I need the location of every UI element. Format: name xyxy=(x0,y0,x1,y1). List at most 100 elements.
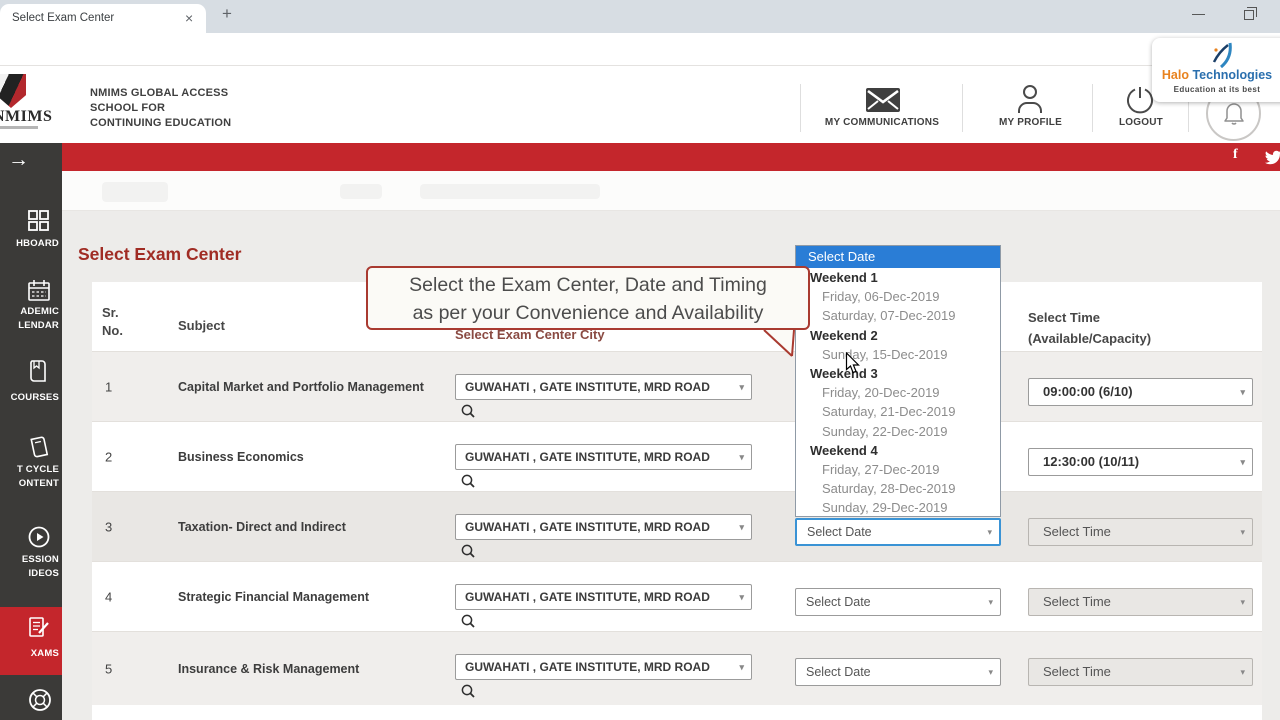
watermark-tagline: Education at its best xyxy=(1173,85,1261,94)
chevron-down-icon: ▾ xyxy=(988,667,993,677)
dropdown-option[interactable]: Sunday, 15-Dec-2019 xyxy=(796,345,1000,364)
ghost-blob xyxy=(102,182,168,202)
sr-no: 3 xyxy=(105,519,113,534)
chevron-down-icon: ▾ xyxy=(739,382,744,392)
tooltip-callout: Select the Exam Center, Date and Timing … xyxy=(366,266,810,330)
search-icon[interactable] xyxy=(461,684,475,703)
dropdown-option[interactable]: Friday, 20-Dec-2019 xyxy=(796,383,1000,402)
date-select[interactable]: Select Date ▾ xyxy=(795,658,1001,686)
table-row: 2 Business Economics GUWAHATI , GATE INS… xyxy=(92,421,1262,491)
sidebar-item-exams-active[interactable]: XAMS xyxy=(0,607,62,675)
subject: Business Economics xyxy=(178,449,304,464)
sidebar-expand-icon[interactable]: → xyxy=(8,148,29,172)
dropdown-option[interactable]: Sunday, 22-Dec-2019 xyxy=(796,422,1000,441)
chevron-down-icon: ▾ xyxy=(739,522,744,532)
org-line-1: NMIMS GLOBAL ACCESS xyxy=(90,87,229,99)
time-select[interactable]: 09:00:00 (6/10) ▾ xyxy=(1028,378,1253,406)
browser-tab-strip: Select Exam Center × + — xyxy=(0,0,1280,33)
table-row: 5 Insurance & Risk Management GUWAHATI ,… xyxy=(92,631,1262,705)
chevron-down-icon: ▾ xyxy=(1240,527,1245,537)
help-lifebuoy-icon[interactable] xyxy=(28,688,52,717)
date-dropdown-panel: Select Date Weekend 1 Friday, 06-Dec-201… xyxy=(795,245,1001,517)
exam-center-select[interactable]: GUWAHATI , GATE INSTITUTE, MRD ROAD ▾ xyxy=(455,654,752,680)
nmims-logo-subline xyxy=(0,126,38,129)
sidebar: → HBOARD ADEMIC LENDAR COURSES T CYCLE O… xyxy=(0,143,62,720)
tab-title: Select Exam Center xyxy=(12,12,115,24)
window-restore-button[interactable] xyxy=(1244,6,1257,20)
chevron-down-icon: ▾ xyxy=(1240,667,1245,677)
communications-envelope-icon[interactable] xyxy=(866,88,900,117)
play-circle-icon xyxy=(28,526,50,553)
exam-center-select[interactable]: GUWAHATI , GATE INSTITUTE, MRD ROAD ▾ xyxy=(455,514,752,540)
table-row: 4 Strategic Financial Management GUWAHAT… xyxy=(92,561,1262,631)
dropdown-group: Weekend 3 xyxy=(810,366,878,382)
sr-no: 1 xyxy=(105,379,113,394)
subject: Capital Market and Portfolio Management xyxy=(178,379,424,394)
exam-center-select[interactable]: GUWAHATI , GATE INSTITUTE, MRD ROAD ▾ xyxy=(455,444,752,470)
tab-close-icon[interactable]: × xyxy=(185,10,193,26)
sr-no: 4 xyxy=(105,589,113,604)
window-minimize-button[interactable]: — xyxy=(1192,6,1205,21)
dropdown-group: Weekend 1 xyxy=(810,270,878,285)
dropdown-option[interactable]: Sunday, 29-Dec-2019 xyxy=(796,498,1000,517)
journal-icon xyxy=(28,436,50,463)
twitter-icon[interactable] xyxy=(1264,150,1280,170)
time-select[interactable]: 12:30:00 (10/11) ▾ xyxy=(1028,448,1253,476)
dropdown-option[interactable]: Friday, 06-Dec-2019 xyxy=(796,287,1000,306)
chevron-down-icon: ▾ xyxy=(1240,597,1245,607)
book-icon xyxy=(28,360,48,387)
ghost-blob xyxy=(420,184,600,199)
time-select[interactable]: Select Time ▾ xyxy=(1028,588,1253,616)
logout-power-icon[interactable] xyxy=(1125,85,1155,120)
dropdown-option[interactable]: Saturday, 28-Dec-2019 xyxy=(796,479,1000,498)
tooltip-tail xyxy=(762,328,798,365)
sr-no: 2 xyxy=(105,449,113,464)
profile-person-icon[interactable] xyxy=(1017,84,1043,119)
halo-technologies-watermark: Halo Technologies Education at its best xyxy=(1152,38,1280,102)
page-title: Select Exam Center xyxy=(78,244,242,264)
nav-my-profile[interactable]: MY PROFILE xyxy=(968,117,1093,128)
column-header-select-time-2: (Available/Capacity) xyxy=(1028,331,1152,346)
table-row: 1 Capital Market and Portfolio Managemen… xyxy=(92,351,1262,421)
exam-center-select[interactable]: GUWAHATI , GATE INSTITUTE, MRD ROAD ▾ xyxy=(455,584,752,610)
calendar-icon xyxy=(28,280,50,306)
column-header-select-time-1: Select Time xyxy=(1028,310,1101,325)
chevron-down-icon: ▾ xyxy=(988,597,993,607)
tooltip-line-2: as per your Convenience and Availability xyxy=(412,302,764,324)
dropdown-option[interactable]: Friday, 27-Dec-2019 xyxy=(796,460,1000,479)
breadcrumb-band xyxy=(62,171,1280,211)
date-select[interactable]: Select Date ▾ xyxy=(795,588,1001,616)
time-select[interactable]: Select Time ▾ xyxy=(1028,658,1253,686)
chevron-down-icon: ▾ xyxy=(987,527,992,537)
facebook-icon[interactable]: f xyxy=(1233,147,1238,163)
browser-tab[interactable]: Select Exam Center × xyxy=(0,4,206,33)
chevron-down-icon: ▾ xyxy=(1240,387,1245,397)
subject: Taxation- Direct and Indirect xyxy=(178,519,346,534)
new-tab-button[interactable]: + xyxy=(222,4,232,24)
nav-logout[interactable]: LOGOUT xyxy=(1096,117,1186,128)
exam-table-card: Sr. No. Subject Select Exam Center City … xyxy=(92,282,1262,720)
dropdown-selected-option[interactable]: Select Date xyxy=(796,246,1000,268)
column-header-sr-no: Sr. No. xyxy=(102,305,123,338)
column-header-subject: Subject xyxy=(178,318,225,333)
red-nav-bar xyxy=(62,143,1280,171)
mouse-cursor xyxy=(845,351,860,380)
bell-icon xyxy=(1224,103,1244,125)
dropdown-group: Weekend 2 xyxy=(810,327,878,343)
dropdown-option[interactable]: Saturday, 21-Dec-2019 xyxy=(796,402,1000,421)
org-line-2: SCHOOL FOR xyxy=(90,102,166,114)
chevron-down-icon: ▾ xyxy=(739,452,744,462)
sr-no: 5 xyxy=(105,661,113,676)
date-select-focused[interactable]: Select Date ▾ xyxy=(795,518,1001,546)
time-select[interactable]: Select Time ▾ xyxy=(1028,518,1253,546)
header-divider xyxy=(800,84,801,132)
dropdown-option[interactable]: Saturday, 07-Dec-2019 xyxy=(796,306,1000,325)
ghost-blob xyxy=(340,184,382,199)
dropdown-group: Weekend 4 xyxy=(810,442,878,458)
nmims-logo-text: NMIMS xyxy=(0,108,53,125)
exam-center-select[interactable]: GUWAHATI , GATE INSTITUTE, MRD ROAD ▾ xyxy=(455,374,752,400)
subject: Strategic Financial Management xyxy=(178,589,370,604)
screen: Select Exam Center × + — → studentzone-n… xyxy=(0,0,1280,720)
tooltip-line-1: Select the Exam Center, Date and Timing xyxy=(409,274,767,296)
nav-my-communications[interactable]: MY COMMUNICATIONS xyxy=(802,117,962,128)
